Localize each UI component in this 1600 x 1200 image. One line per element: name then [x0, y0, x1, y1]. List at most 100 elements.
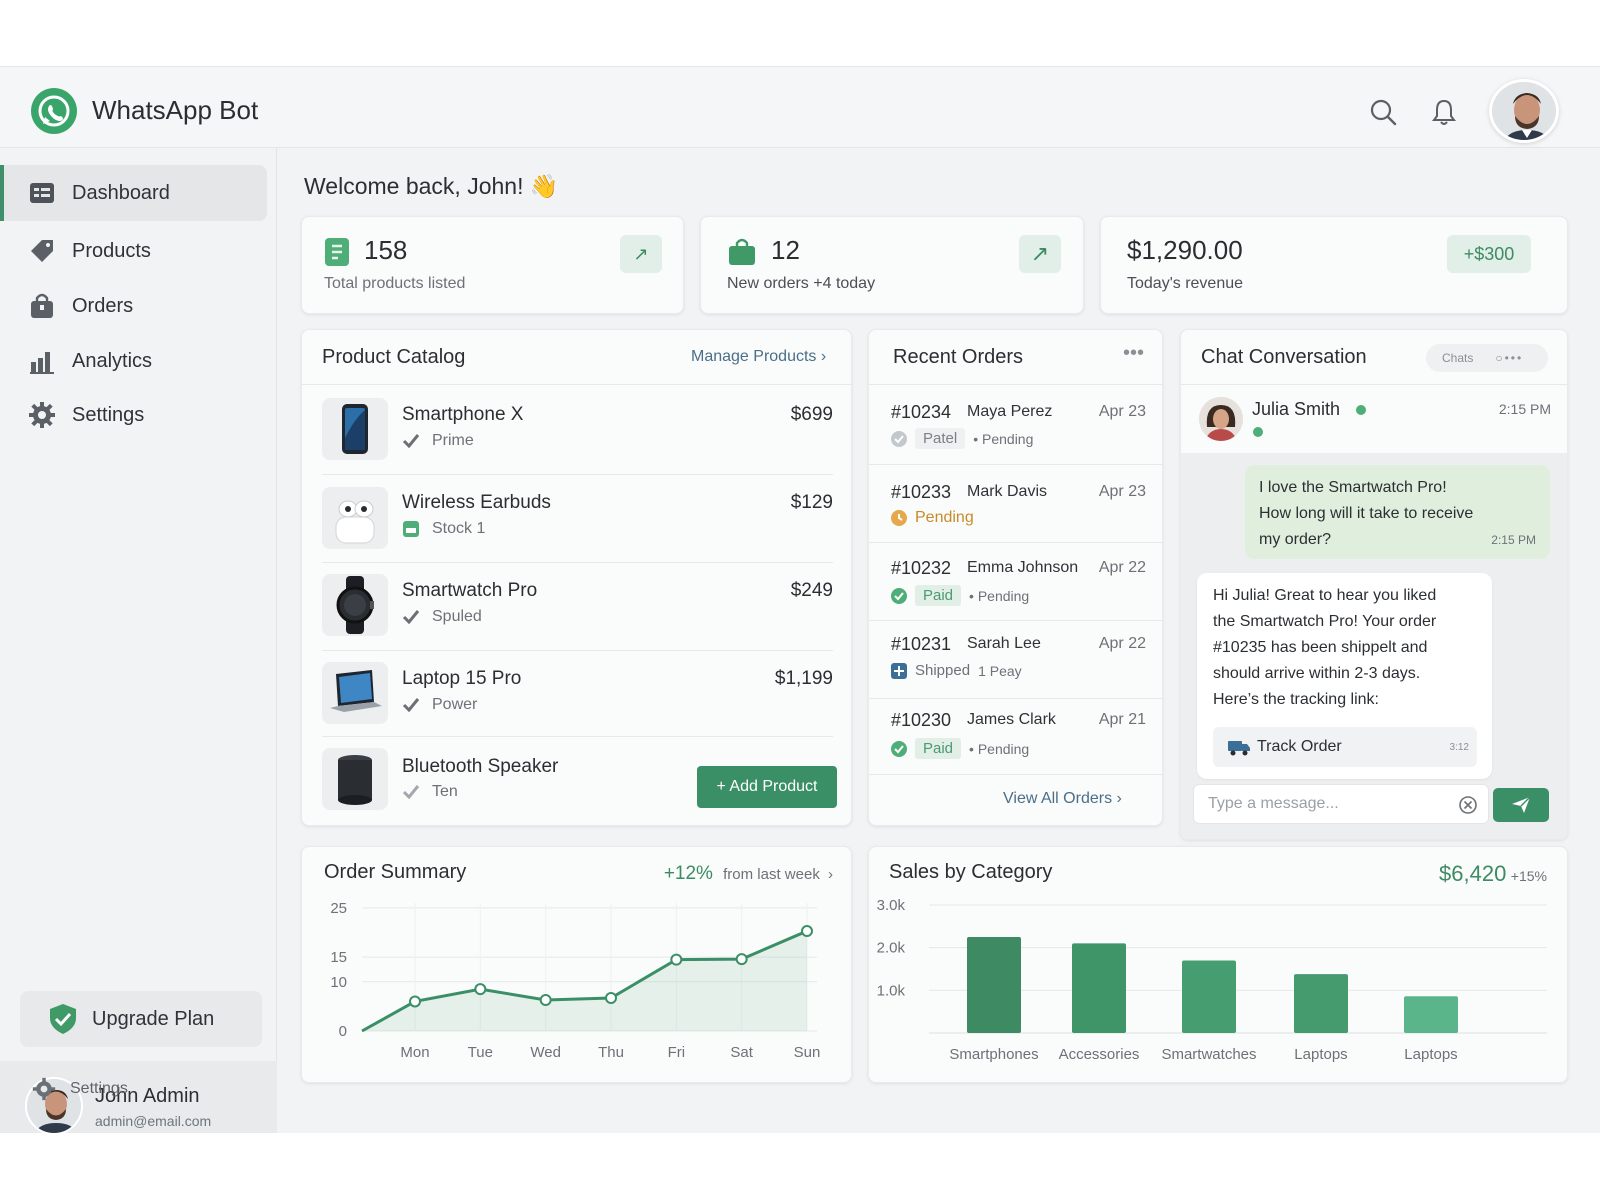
order-id: #10232: [891, 558, 952, 578]
message-line: the Smartwatch Pro! Your order: [1213, 613, 1437, 630]
product-name: Smartphone X: [402, 404, 524, 425]
list-item[interactable]: Smartwatch Pro Spuled $249: [302, 562, 853, 650]
sidebar-item-dashboard[interactable]: Dashboard: [0, 165, 267, 221]
sales-by-category-card: Sales by Category $6,420 +15% 1.0k 2.0k 3.…: [868, 846, 1568, 1083]
sidebar-item-label: Settings: [72, 403, 145, 426]
list-item[interactable]: Smartphone X Prime $699: [302, 384, 853, 474]
track-order-label: Track Order: [1257, 738, 1342, 755]
order-summary-change[interactable]: +12% from last week ›: [664, 863, 833, 885]
more-options-icon: ○•••: [1495, 351, 1524, 365]
order-id: #10234: [891, 402, 952, 422]
sales-bar-chart: 1.0k 2.0k 3.0k Smartphones Accessories Smartw…: [877, 897, 1547, 1063]
y-tick-label: 0: [339, 1023, 347, 1040]
table-row[interactable]: #10230 James Clark Apr 21 Paid • Pending: [869, 698, 1164, 774]
x-tick-label: Laptops: [1404, 1046, 1457, 1063]
bell-icon[interactable]: [1429, 97, 1459, 127]
order-status: Shipped 1 Peay: [891, 662, 1022, 679]
check-icon: [402, 610, 420, 625]
table-row[interactable]: #10232 Emma Johnson Apr 22 Paid • Pendin…: [869, 542, 1164, 620]
list-item[interactable]: Laptop 15 Pro Power $1,199: [302, 650, 853, 736]
sidebar-item-orders[interactable]: Orders: [0, 278, 267, 334]
list-item[interactable]: Wireless Earbuds Stock 1 $129: [302, 474, 853, 562]
order-status: Patel • Pending: [891, 428, 1033, 449]
contact-avatar: [1199, 397, 1243, 441]
line-point: [605, 992, 617, 1005]
x-tick-label: Laptops: [1294, 1046, 1347, 1063]
track-order-button[interactable]: Track Order 3:12: [1213, 727, 1477, 767]
product-tag-label: Prime: [432, 432, 474, 449]
stat-card-products: 158 Total products listed ↗: [301, 216, 684, 314]
dashboard-icon: [30, 183, 54, 203]
product-catalog-card: Product Catalog Manage Products › Smartp…: [301, 329, 853, 826]
upgrade-plan-button[interactable]: Upgrade Plan: [20, 991, 262, 1047]
message-input[interactable]: Type a message...: [1193, 784, 1489, 824]
line-point: [801, 925, 813, 938]
stat-card-revenue: $1,290.00 Today's revenue +$300: [1100, 216, 1568, 314]
product-tag-label: Power: [432, 696, 478, 713]
check-icon: [402, 785, 420, 800]
shield-check-icon: [50, 1004, 76, 1034]
message-line: I love the Smartwatch Pro!: [1259, 479, 1447, 496]
x-tick-label: Wed: [530, 1044, 561, 1061]
product-price: $699: [790, 404, 833, 425]
line-point: [735, 953, 748, 966]
chat-contact-header[interactable]: Julia Smith 2:15 PM: [1181, 385, 1567, 453]
table-row[interactable]: #10234 Maya Perez Apr 23 Patel • Pending: [869, 384, 1164, 464]
product-doc-icon: [325, 238, 349, 266]
search-icon[interactable]: [1368, 97, 1398, 127]
table-row[interactable]: #10231 Sarah Lee Apr 22 Shipped 1 Peay: [869, 620, 1164, 698]
bottom-settings-link[interactable]: Settings: [32, 1077, 128, 1101]
chat-conversation-card: Chat Conversation Chats ○••• Julia Smith …: [1180, 329, 1568, 840]
y-tick-label: 2.0k: [877, 940, 906, 957]
message-line: Here’s the tracking link:: [1213, 691, 1379, 708]
status-badge: Pending: [915, 509, 974, 526]
divider: [869, 774, 1164, 775]
chat-title: Chat Conversation: [1201, 346, 1367, 368]
outgoing-message-bubble: Hi Julia! Great to hear you liked the Sm…: [1197, 573, 1492, 779]
earbuds-image: [322, 487, 388, 549]
order-customer: James Clark: [967, 711, 1056, 728]
order-summary-title: Order Summary: [324, 861, 467, 883]
profile-avatar[interactable]: [1489, 79, 1559, 143]
order-date: Apr 21: [1098, 711, 1146, 728]
table-row[interactable]: #10233 Mark Davis Apr 23 Pending: [869, 464, 1164, 542]
order-date: Apr 23: [1098, 403, 1146, 420]
sales-total: $6,420: [1439, 861, 1507, 886]
sidebar: Dashboard Products Orders Analytics Sett…: [0, 148, 277, 1133]
clock-icon: [891, 510, 907, 526]
order-customer: Sarah Lee: [967, 635, 1041, 652]
chats-filter-pill[interactable]: Chats ○•••: [1426, 344, 1548, 372]
sales-title: Sales by Category: [889, 861, 1053, 883]
status-sub: • Pending: [969, 740, 1030, 757]
sidebar-item-settings[interactable]: Settings: [0, 387, 267, 443]
chats-label: Chats: [1442, 351, 1474, 365]
clear-icon[interactable]: [1458, 795, 1478, 815]
add-product-button[interactable]: + Add Product: [697, 766, 837, 808]
status-badge: Shipped: [915, 662, 971, 679]
stat-orders-value: 12: [771, 235, 800, 265]
bar-chart-icon: [30, 352, 54, 374]
y-tick-label: 10: [330, 974, 347, 991]
catalog-title: Product Catalog: [322, 346, 466, 368]
sidebar-item-analytics[interactable]: Analytics: [0, 333, 267, 389]
status-sub: 1 Peay: [978, 662, 1022, 679]
list-item[interactable]: Bluetooth Speaker Ten: [302, 736, 682, 824]
send-button[interactable]: [1493, 788, 1549, 822]
product-tag-label: Ten: [432, 783, 458, 800]
manage-products-link[interactable]: Manage Products ›: [691, 348, 826, 366]
view-all-orders-link[interactable]: View All Orders ›: [1003, 790, 1122, 808]
message-line: should arrive within 2-3 days.: [1213, 665, 1421, 682]
y-tick-label: 25: [330, 900, 347, 917]
status-badge: Paid: [915, 738, 962, 759]
upgrade-label: Upgrade Plan: [92, 1007, 215, 1030]
x-tick-label: Smartwatches: [1161, 1046, 1256, 1063]
revenue-change-badge: +$300: [1447, 235, 1531, 273]
speaker-image: [322, 748, 388, 810]
message-time: 2:15 PM: [1491, 533, 1536, 547]
incoming-message-bubble: I love the Smartwatch Pro! How long will…: [1245, 465, 1550, 559]
trend-up-icon: ↗: [620, 235, 662, 273]
product-tag: Spuled: [402, 608, 482, 626]
sidebar-item-products[interactable]: Products: [0, 223, 267, 279]
more-options-icon[interactable]: •••: [1123, 342, 1144, 365]
order-customer: Emma Johnson: [967, 559, 1079, 576]
